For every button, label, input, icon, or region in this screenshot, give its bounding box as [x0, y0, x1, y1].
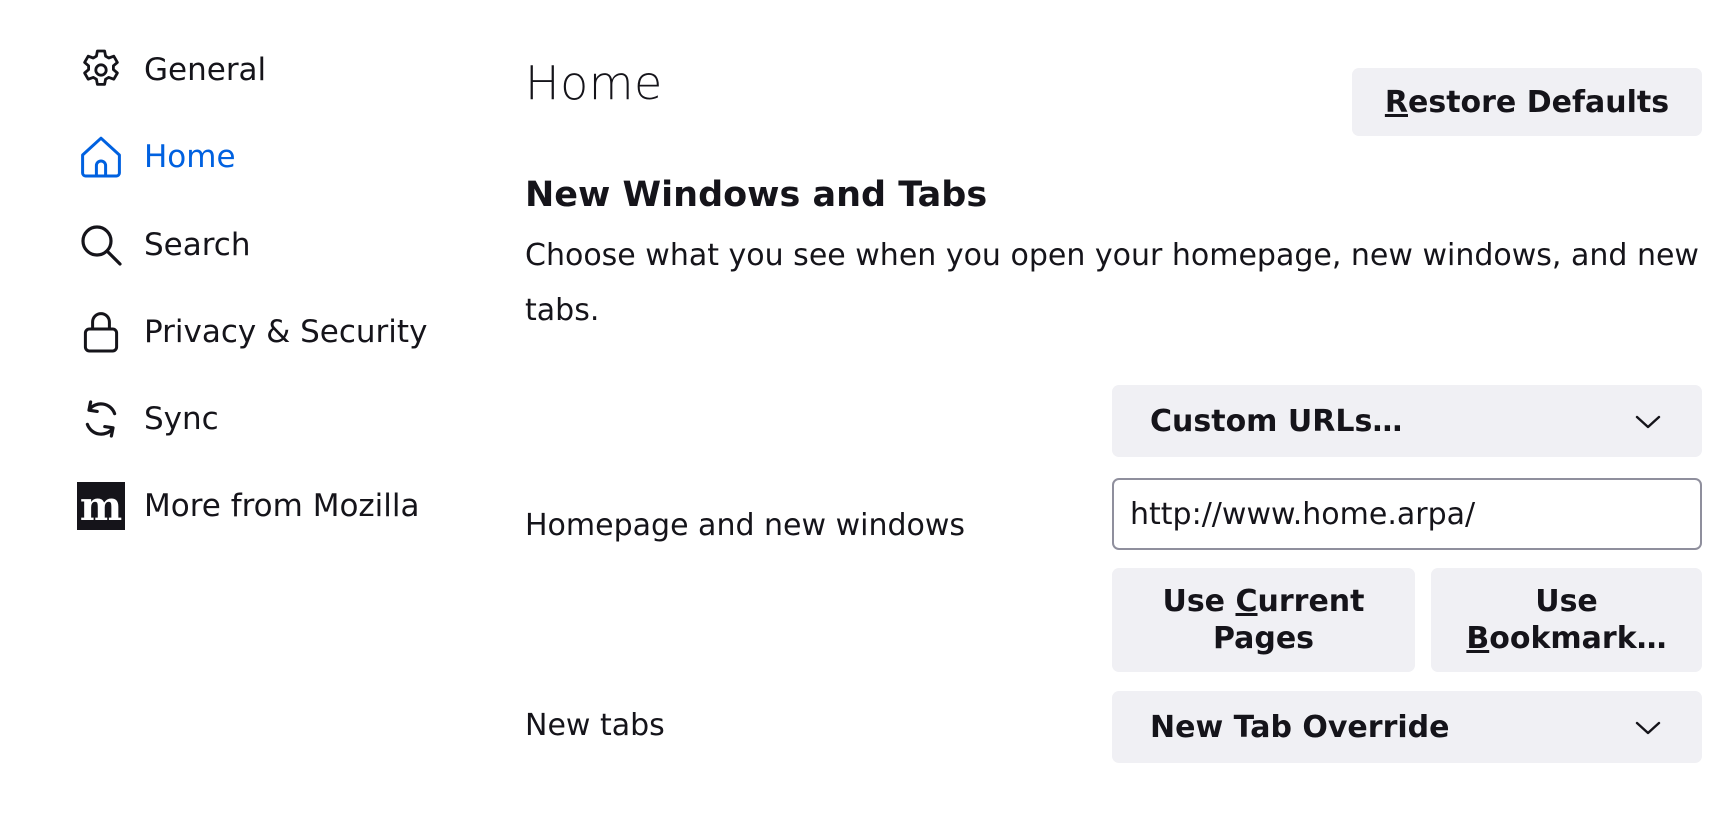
- homepage-label: Homepage and new windows: [525, 508, 966, 543]
- chevron-down-icon: [1634, 710, 1662, 745]
- button-label-pre: Use: [1535, 584, 1598, 619]
- button-label: Use Current Pages: [1118, 583, 1409, 657]
- sync-icon: [76, 394, 126, 444]
- svg-text:m: m: [80, 483, 122, 530]
- page-title: Home: [525, 56, 663, 110]
- button-label-rest: ookmark…: [1489, 621, 1667, 656]
- chevron-down-icon: [1634, 404, 1662, 439]
- sidebar-item-label: Sync: [144, 401, 219, 437]
- mozilla-logo-icon: m: [76, 481, 126, 531]
- accesskey-letter: C: [1235, 584, 1258, 619]
- sidebar-item-label: Home: [144, 139, 236, 175]
- sidebar-item-search[interactable]: Search: [76, 217, 251, 273]
- sidebar-item-general[interactable]: General: [76, 42, 266, 98]
- use-bookmark-button[interactable]: Use Bookmark…: [1431, 568, 1702, 672]
- new-tabs-label: New tabs: [525, 708, 665, 743]
- homepage-url-input[interactable]: [1112, 478, 1702, 550]
- section-description: Choose what you see when you open your h…: [525, 238, 1699, 328]
- homepage-select-value: Custom URLs…: [1150, 403, 1403, 439]
- sidebar-item-privacy-security[interactable]: Privacy & Security: [76, 304, 427, 360]
- restore-defaults-button[interactable]: Restore Defaults: [1352, 68, 1702, 136]
- sidebar-item-more-from-mozilla[interactable]: m More from Mozilla: [76, 478, 420, 534]
- accesskey-letter: B: [1466, 621, 1490, 656]
- home-icon: [76, 132, 126, 182]
- gear-icon: [76, 45, 126, 95]
- sidebar-item-label: More from Mozilla: [144, 488, 420, 524]
- use-current-pages-button[interactable]: Use Current Pages: [1112, 568, 1415, 672]
- sidebar-item-home[interactable]: Home: [76, 129, 236, 185]
- button-label: Use Bookmark…: [1437, 583, 1696, 657]
- accesskey-letter: R: [1384, 84, 1408, 120]
- sidebar-item-label: Privacy & Security: [144, 314, 428, 350]
- lock-icon: [76, 307, 126, 357]
- sidebar-item-label: General: [144, 52, 267, 88]
- new-tabs-select-value: New Tab Override: [1150, 709, 1450, 745]
- sidebar-item-sync[interactable]: Sync: [76, 391, 219, 447]
- sidebar: General Home Search Privacy & Security S…: [0, 0, 470, 826]
- main-content: Home Restore Defaults New Windows and Ta…: [525, 0, 1724, 826]
- button-label-rest: estore Defaults: [1407, 84, 1670, 120]
- section-title: New Windows and Tabs: [525, 175, 988, 215]
- search-icon: [76, 220, 126, 270]
- new-tabs-select[interactable]: New Tab Override: [1112, 691, 1702, 763]
- button-label-pre: Use: [1162, 584, 1236, 619]
- homepage-select[interactable]: Custom URLs…: [1112, 385, 1702, 457]
- sidebar-item-label: Search: [144, 227, 251, 263]
